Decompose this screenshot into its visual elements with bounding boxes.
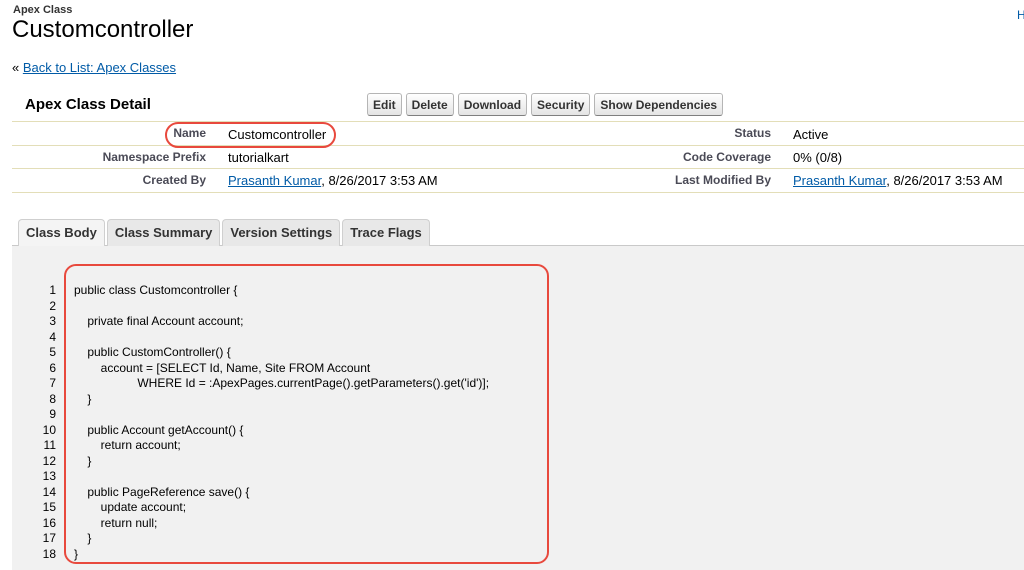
divider (12, 121, 1024, 122)
last-modified-value: Prasanth Kumar, 8/26/2017 3:53 AM (793, 173, 1003, 188)
code-line: } (74, 391, 92, 406)
tab-bar: Class Body Class Summary Version Setting… (18, 219, 430, 247)
line-number: 1 (49, 283, 56, 297)
download-button[interactable]: Download (457, 93, 528, 116)
name-label: Name (173, 126, 206, 140)
namespace-value: tutorialkart (228, 150, 289, 165)
divider (12, 168, 1024, 169)
code-line: public Account getAccount() { (74, 422, 244, 437)
delete-button[interactable]: Delete (405, 93, 454, 116)
breadcrumb: « Back to List: Apex Classes (12, 60, 176, 75)
name-value: Customcontroller (228, 127, 327, 142)
security-button[interactable]: Security (531, 93, 591, 116)
show-dependencies-button[interactable]: Show Dependencies (594, 93, 724, 116)
line-number: 5 (49, 345, 56, 359)
status-value: Active (793, 127, 829, 142)
line-number-gutter: 1 2 3 4 5 6 7 8 9 10 11 12 13 14 15 16 1… (12, 283, 56, 562)
code-line: public PageReference save() { (74, 484, 250, 499)
divider (12, 145, 1024, 146)
code-line: } (74, 546, 79, 561)
line-number: 14 (42, 484, 56, 499)
line-number: 12 (42, 453, 56, 468)
code-line: return account; (74, 438, 181, 452)
code-line: } (74, 453, 92, 468)
help-link[interactable]: H (1017, 8, 1024, 22)
line-number: 18 (42, 546, 56, 561)
code-line: return null; (74, 515, 158, 530)
created-by-label: Created By (142, 173, 206, 187)
line-number: 16 (42, 515, 56, 530)
code-coverage-label: Code Coverage (682, 150, 771, 164)
line-number: 9 (49, 407, 56, 421)
line-number: 15 (42, 500, 56, 514)
page-kicker: Apex Class (13, 4, 73, 16)
code-line: public CustomController() { (74, 345, 231, 359)
line-number: 6 (49, 360, 56, 375)
modified-date: , 8/26/2017 3:53 AM (886, 173, 1003, 188)
created-date: , 8/26/2017 3:53 AM (321, 173, 438, 188)
line-number: 7 (49, 376, 56, 390)
detail-button-row: Edit Delete Download Security Show Depen… (367, 93, 724, 116)
tab-trace-flags[interactable]: Trace Flags (342, 219, 430, 246)
line-number: 17 (42, 531, 56, 545)
tab-version-settings[interactable]: Version Settings (222, 219, 341, 246)
divider (12, 192, 1024, 193)
line-number: 3 (49, 314, 56, 328)
created-by-user-link[interactable]: Prasanth Kumar (228, 173, 321, 188)
code-line: } (74, 531, 92, 545)
namespace-label: Namespace Prefix (102, 150, 206, 164)
created-by-value: Prasanth Kumar, 8/26/2017 3:53 AM (228, 173, 438, 188)
code-coverage-value: 0% (0/8) (793, 150, 843, 165)
line-number: 8 (49, 391, 56, 406)
last-modified-label: Last Modified By (674, 173, 771, 187)
tab-class-body[interactable]: Class Body (18, 219, 105, 247)
back-prefix: « (12, 60, 23, 75)
section-title: Apex Class Detail (25, 96, 151, 113)
line-number: 13 (42, 469, 56, 483)
back-to-list-link[interactable]: Back to List: Apex Classes (23, 60, 176, 75)
line-number: 2 (49, 298, 56, 313)
code-line: public class Customcontroller { (74, 283, 238, 297)
line-number: 4 (49, 329, 56, 344)
code-body: public class Customcontroller { private … (74, 283, 489, 562)
code-line: WHERE Id = :ApexPages.currentPage().getP… (74, 376, 490, 390)
code-line: private final Account account; (74, 314, 244, 328)
line-number: 11 (43, 438, 56, 452)
code-line: account = [SELECT Id, Name, Site FROM Ac… (74, 360, 371, 375)
code-line: update account; (74, 500, 187, 514)
tab-class-summary[interactable]: Class Summary (106, 219, 221, 246)
status-label: Status (734, 126, 771, 140)
page-title: Customcontroller (12, 16, 194, 43)
line-number: 10 (42, 422, 56, 437)
edit-button[interactable]: Edit (367, 93, 402, 116)
modified-by-user-link[interactable]: Prasanth Kumar (793, 173, 886, 188)
